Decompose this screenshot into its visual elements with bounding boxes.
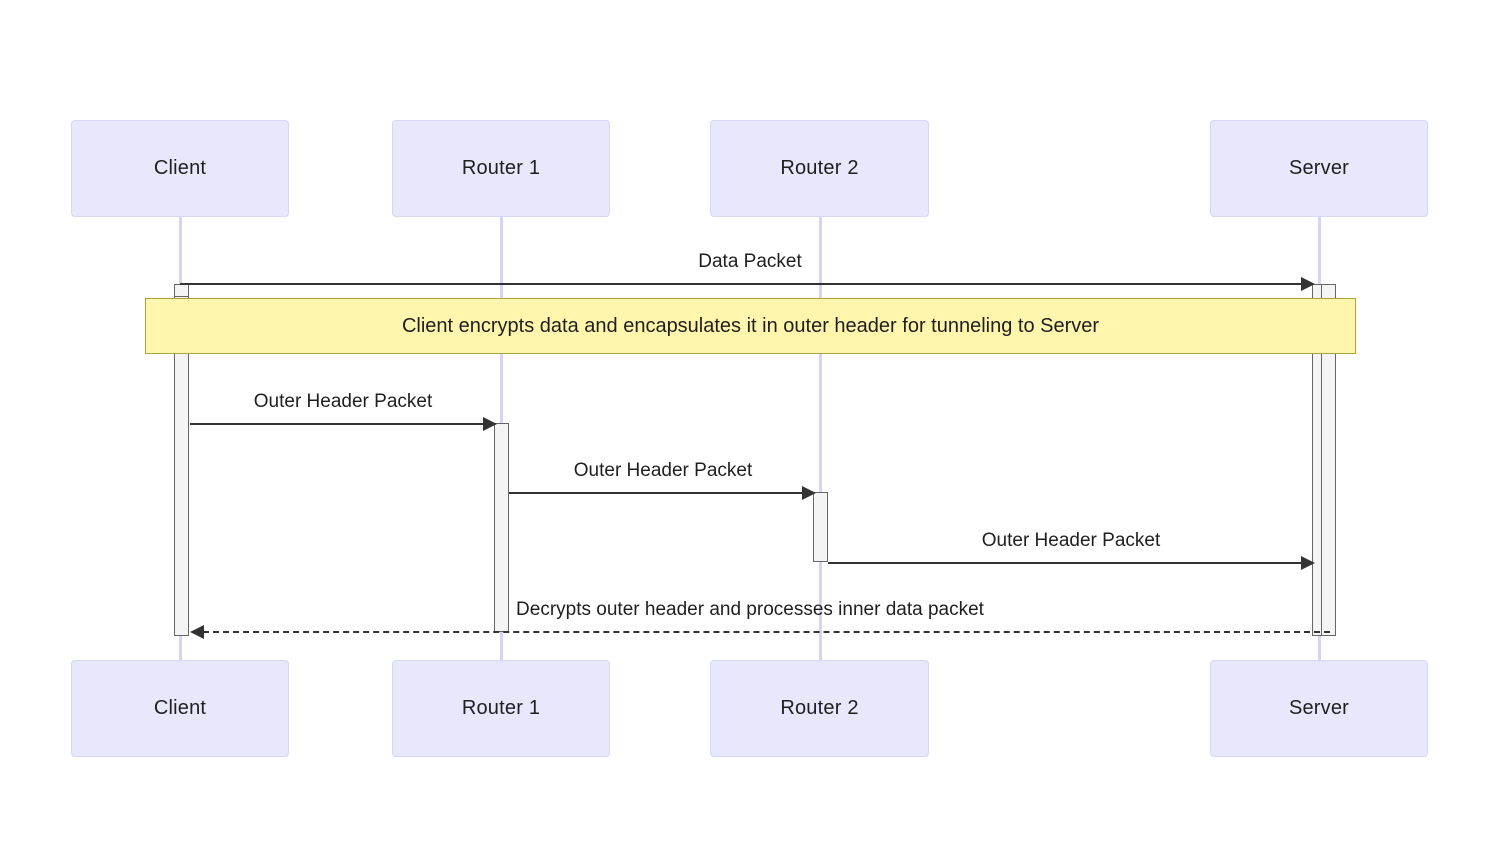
activation-router1 <box>494 423 509 632</box>
message-line-decrypt-return <box>203 631 1330 633</box>
participant-box-router2-top[interactable]: Router 2 <box>710 120 929 217</box>
message-label-outer-header-1: Outer Header Packet <box>253 391 433 412</box>
participant-box-router1-bottom[interactable]: Router 1 <box>392 660 610 757</box>
message-arrowhead-decrypt-return <box>190 625 204 639</box>
message-arrowhead-outer-header-1 <box>483 417 497 431</box>
message-label-outer-header-3: Outer Header Packet <box>981 530 1161 551</box>
message-line-data-packet <box>180 283 1302 285</box>
participant-box-server-bottom[interactable]: Server <box>1210 660 1428 757</box>
participant-box-router1-top[interactable]: Router 1 <box>392 120 610 217</box>
message-line-outer-header-2 <box>509 492 803 494</box>
participant-label-server-top: Server <box>1288 157 1350 179</box>
participant-label-client-bottom: Client <box>153 697 207 719</box>
message-arrowhead-data-packet <box>1301 277 1315 291</box>
message-arrowhead-outer-header-2 <box>802 486 816 500</box>
participant-label-router2-top: Router 2 <box>780 157 859 179</box>
note-encrypt-text: Client encrypts data and encapsulates it… <box>401 314 1100 337</box>
participant-label-router2-bottom: Router 2 <box>780 697 859 719</box>
message-label-outer-header-2: Outer Header Packet <box>573 460 753 481</box>
message-label-data-packet: Data Packet <box>698 251 802 272</box>
activation-router2 <box>813 492 828 562</box>
participant-label-router1-bottom: Router 1 <box>461 697 541 719</box>
participant-box-server-top[interactable]: Server <box>1210 120 1428 217</box>
message-arrowhead-outer-header-3 <box>1301 556 1315 570</box>
participant-label-server-bottom: Server <box>1288 697 1350 719</box>
participant-box-client-bottom[interactable]: Client <box>71 660 289 757</box>
participant-box-router2-bottom[interactable]: Router 2 <box>710 660 929 757</box>
message-line-outer-header-3 <box>828 562 1302 564</box>
note-encrypt: Client encrypts data and encapsulates it… <box>145 298 1356 354</box>
participant-label-client-top: Client <box>153 157 207 179</box>
participant-box-client-top[interactable]: Client <box>71 120 289 217</box>
message-line-outer-header-1 <box>190 423 484 425</box>
message-label-decrypt-return: Decrypts outer header and processes inne… <box>516 599 984 620</box>
sequence-diagram-canvas: Client Router 1 Router 2 Server Client R… <box>0 0 1500 866</box>
participant-label-router1-top: Router 1 <box>461 157 541 179</box>
